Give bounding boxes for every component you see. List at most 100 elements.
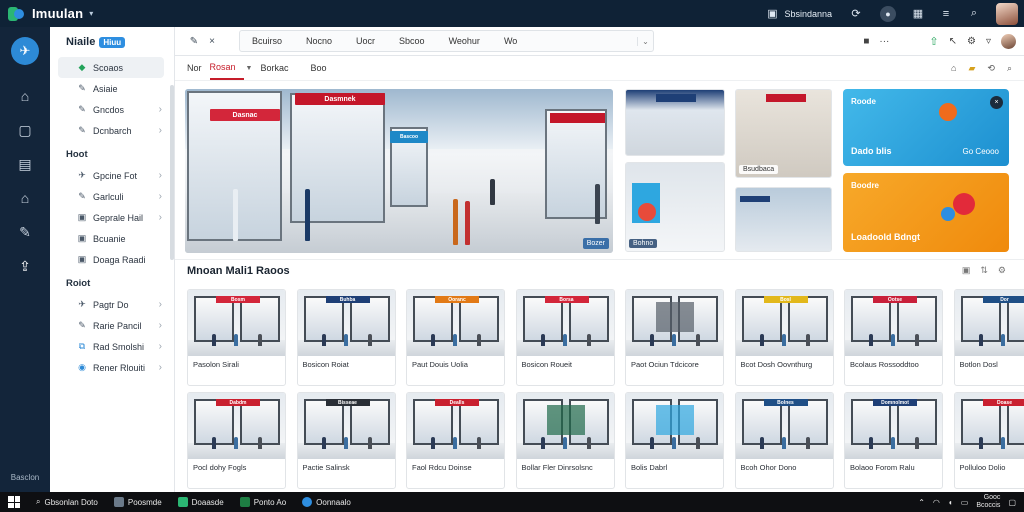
taskbar-search[interactable]: ⌕ Gbsonlan Doto	[36, 497, 98, 507]
filter-nor[interactable]: Nor	[187, 56, 210, 80]
pin-icon[interactable]: ✈	[11, 37, 39, 65]
clock-date: Bcoccis	[976, 502, 1001, 509]
store-icon[interactable]: ⌂	[0, 79, 50, 113]
product-card[interactable]: Bolnes Bcoh Ohor Dono	[734, 392, 834, 489]
stop-icon[interactable]: ■	[863, 36, 869, 47]
grid-icon[interactable]: ▦	[910, 6, 926, 22]
product-card[interactable]: Bosl Bcot Dosh Oovnthurg	[734, 289, 834, 386]
chevron-down-icon[interactable]: ▼	[246, 65, 253, 72]
expand-icon[interactable]: ▿	[986, 36, 991, 47]
product-card[interactable]: Dealls Faol Rdcu Doinse	[406, 392, 505, 489]
sidebar-item-geprale-hail[interactable]: ▣ Geprale Hail ›	[58, 207, 164, 228]
product-card[interactable]: Dor Botlon Dosl	[953, 289, 1024, 386]
shopper	[672, 437, 676, 449]
sidebar-item-rener-rlouiti[interactable]: ◉ Rener Rlouiti ›	[58, 357, 164, 378]
pen-icon[interactable]: ✎	[185, 36, 203, 47]
wifi-icon[interactable]: ◠	[933, 498, 940, 507]
app-icon	[177, 497, 188, 507]
sidebar-item-pagtr-do[interactable]: ✈ Pagtr Do ›	[58, 294, 164, 315]
store-selector[interactable]: ▣ Sbsindanna	[756, 6, 840, 22]
refresh-icon[interactable]: ⟲	[987, 63, 995, 74]
clock[interactable]: Gooc Bcoccis	[976, 494, 1000, 510]
thumb-2[interactable]: Bohno	[625, 162, 725, 252]
sidebar-item-label: Geprale Hail	[93, 212, 144, 223]
sidebar-item-asiaie[interactable]: ✎ Asiaie	[58, 78, 164, 99]
folder-icon[interactable]: ▰	[968, 63, 975, 74]
sync-icon[interactable]: ⟳	[848, 6, 864, 22]
edit-icon[interactable]: ▢	[0, 113, 50, 147]
battery-icon[interactable]: ▭	[961, 498, 969, 507]
promo-banner-blue[interactable]: Roode × Dado blis Go Ceooo	[843, 89, 1009, 166]
tab-sbcoo[interactable]: Sbcoo	[387, 31, 437, 51]
product-card[interactable]: Borsa Bosicon Roueit	[515, 289, 615, 386]
product-card[interactable]: Bisseae Pactie Salinsk	[296, 392, 396, 489]
sidebar-item-rad-smolshi[interactable]: ⧉ Rad Smolshi ›	[58, 336, 164, 357]
close-icon[interactable]: ×	[990, 96, 1003, 109]
sidebar-item-scoaos[interactable]: ◆ Scoaos	[58, 57, 164, 78]
sidebar-scrollbar[interactable]	[170, 85, 174, 260]
tab-uocr[interactable]: Uocr	[344, 31, 387, 51]
app-logo-icon	[8, 5, 26, 23]
search-icon[interactable]: ⌕	[966, 6, 982, 22]
tab-bcuirso[interactable]: Bcuirso	[240, 31, 294, 51]
building-icon[interactable]: ⌂	[0, 181, 50, 215]
user-avatar[interactable]	[996, 2, 1018, 25]
thumb-3[interactable]: Bsudbaca	[735, 89, 832, 178]
more-icon[interactable]: ···	[879, 36, 889, 47]
hero-image[interactable]: Dasnac Dasmnek Bascoo Bozer	[185, 89, 613, 253]
sidebar-item-doaga-raadi[interactable]: ▣ Doaga Raadi	[58, 249, 164, 270]
shopper	[234, 437, 238, 449]
sidebar-item-rarie-pancil[interactable]: ✎ Rarie Pancil ›	[58, 315, 164, 336]
filter-boo[interactable]: Boo	[310, 56, 334, 80]
promo-banner-orange[interactable]: Boodre Loadoold Bdngt	[843, 173, 1009, 252]
product-card[interactable]: Paot Ociun Tdcicore	[625, 289, 724, 386]
thumb-1[interactable]	[625, 89, 725, 156]
sidebar-item-gncdos[interactable]: ✎ Gncdos ›	[58, 99, 164, 120]
sort-icon[interactable]: ⇅	[980, 265, 988, 276]
upload-icon[interactable]: ⇪	[0, 249, 50, 283]
chevron-down-icon[interactable]: ▾	[89, 9, 93, 18]
share-icon[interactable]: ⇧	[929, 35, 938, 48]
grid-view-icon[interactable]: ▣	[962, 265, 971, 276]
product-card[interactable]: Ootse Bcolaus Rossoddtoo	[844, 289, 943, 386]
sidebar-item-garlculi[interactable]: ✎ Garlculi ›	[58, 186, 164, 207]
taskbar-item-1[interactable]: Poosmde	[113, 497, 162, 507]
taskbar-item-3[interactable]: Ponto Ao	[239, 497, 286, 507]
profile-circle-icon[interactable]: ●	[880, 5, 896, 22]
filter-borkac[interactable]: Borkac	[260, 56, 296, 80]
product-card[interactable]: Ooranc Paut Douis Uolia	[406, 289, 505, 386]
tools-icon[interactable]: ✎	[0, 215, 50, 249]
search-icon[interactable]: ⌕	[1007, 63, 1012, 74]
chevron-down-icon[interactable]: ⌄	[637, 36, 653, 46]
chevron-up-icon[interactable]: ⌃	[918, 498, 925, 507]
menu-icon[interactable]: ≡	[938, 6, 954, 22]
filter-rosan[interactable]: Rosan	[209, 56, 244, 80]
avatar[interactable]	[1001, 33, 1016, 49]
taskbar-item-4[interactable]: Oonnaalo	[302, 497, 351, 507]
sidebar-item-dcnbarch[interactable]: ✎ Dcnbarch ›	[58, 120, 164, 141]
product-card[interactable]: Bolis Dabrl	[625, 392, 724, 489]
product-card[interactable]: Buhba Bosicon Roiat	[296, 289, 396, 386]
product-card[interactable]: Dabdm Pocl dohy Fogls	[187, 392, 286, 489]
settings-icon[interactable]: ⚙	[998, 265, 1006, 276]
cursor-icon[interactable]: ↖	[949, 36, 957, 47]
tab-wo[interactable]: Wo	[492, 31, 529, 51]
taskbar-item-2[interactable]: Doaasde	[177, 497, 224, 507]
product-card[interactable]: Bosm Pasolon Sirali	[187, 289, 286, 386]
tab-weohur[interactable]: Weohur	[437, 31, 492, 51]
product-card[interactable]: Doase Polluloo Dolio	[953, 392, 1024, 489]
thumb-4[interactable]	[735, 187, 832, 252]
card-label: Faol Rdcu Doinse	[412, 463, 472, 472]
sidebar-item-gpcine-fot[interactable]: ✈ Gpcine Fot ›	[58, 165, 164, 186]
settings-icon[interactable]: ⚙	[967, 36, 976, 47]
sidebar-item-bcuanie[interactable]: ▣ Bcuanie	[58, 228, 164, 249]
speaker-icon[interactable]: ◖	[948, 498, 953, 507]
start-icon[interactable]	[8, 496, 20, 508]
close-icon[interactable]: ×	[203, 36, 221, 47]
notification-icon[interactable]: ▢	[1008, 498, 1016, 507]
home-icon[interactable]: ⌂	[951, 63, 956, 74]
tab-nocno[interactable]: Nocno	[294, 31, 344, 51]
product-card[interactable]: Domnolmot Bolaoo Forom Ralu	[844, 392, 943, 489]
product-card[interactable]: Bollar Fler Dinrsolsnc	[515, 392, 615, 489]
archive-icon[interactable]: ▤	[0, 147, 50, 181]
